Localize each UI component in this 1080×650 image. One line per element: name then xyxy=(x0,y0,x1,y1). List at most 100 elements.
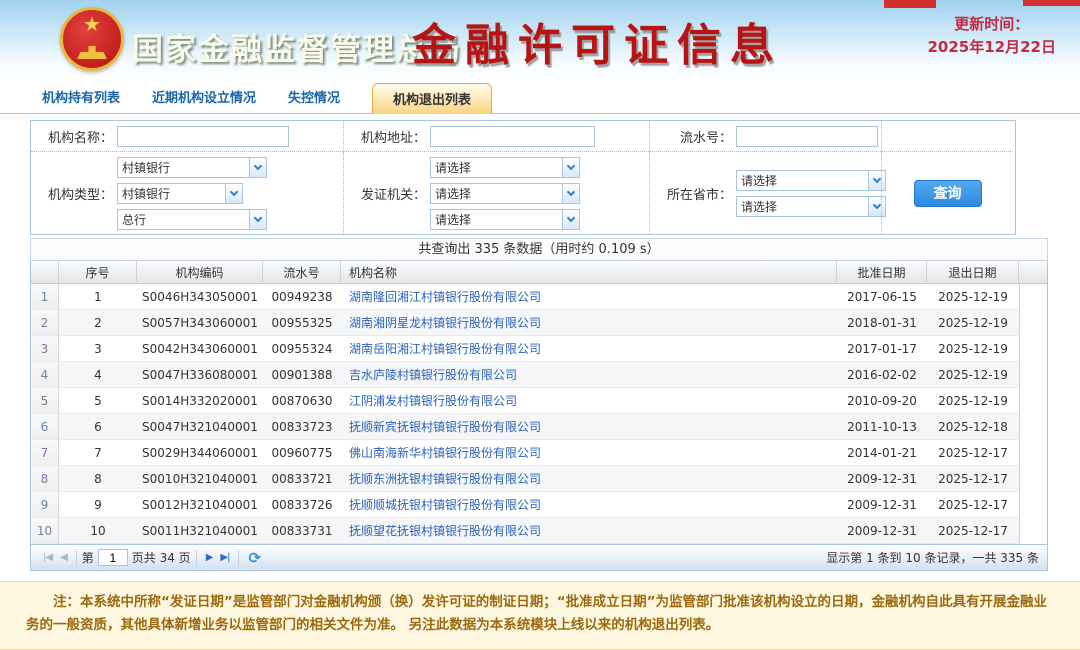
cell-serial: 00833731 xyxy=(263,518,341,544)
scrollbar-spacer xyxy=(1019,414,1047,440)
row-number: 4 xyxy=(31,362,59,388)
tab-institution-holding-list[interactable]: 机构持有列表 xyxy=(42,87,120,113)
province-select[interactable]: 请选择 xyxy=(736,170,886,191)
update-time-date: 2025年12月22日 xyxy=(928,36,1057,59)
institution-link[interactable]: 吉水庐陵村镇银行股份有限公司 xyxy=(349,366,517,383)
cell-exit-date: 2025-12-18 xyxy=(927,414,1019,440)
cell-approve-date: 2017-06-15 xyxy=(837,284,927,310)
cell-exit-date: 2025-12-19 xyxy=(927,284,1019,310)
tab-institution-exit-list[interactable]: 机构退出列表 xyxy=(372,83,492,114)
chevron-down-icon[interactable] xyxy=(562,184,579,203)
scrollbar-spacer xyxy=(1019,284,1047,310)
institution-link[interactable]: 湖南湘阴星龙村镇银行股份有限公司 xyxy=(349,314,541,331)
table-header-row: 序号 机构编码 流水号 机构名称 批准日期 退出日期 xyxy=(31,261,1047,284)
next-page-icon[interactable]: ▶ xyxy=(206,552,213,563)
institution-link[interactable]: 湖南岳阳湘江村镇银行股份有限公司 xyxy=(349,340,541,357)
institution-link[interactable]: 抚顺顺城抚银村镇银行股份有限公司 xyxy=(349,496,541,513)
cell-serial: 00833726 xyxy=(263,492,341,518)
cell-code: S0057H343060001 xyxy=(137,310,263,336)
cell-exit-date: 2025-12-19 xyxy=(927,310,1019,336)
update-time-label: 更新时间： xyxy=(928,13,1057,36)
table-row: 10 10 S0011H321040001 00833731 抚顺望花抚银村镇银… xyxy=(31,518,1047,544)
institution-link[interactable]: 抚顺新宾抚银村镇银行股份有限公司 xyxy=(349,418,541,435)
scrollbar-spacer xyxy=(1019,388,1047,414)
chevron-down-icon[interactable] xyxy=(225,184,242,203)
cell-serial: 00960775 xyxy=(263,440,341,466)
record-range-info: 显示第 1 条到 10 条记录，一共 335 条 xyxy=(826,549,1039,566)
refresh-icon[interactable]: ⟳ xyxy=(248,549,261,567)
chevron-down-icon[interactable] xyxy=(562,210,579,229)
chevron-down-icon[interactable] xyxy=(562,158,579,177)
table-row: 9 9 S0012H321040001 00833726 抚顺顺城抚银村镇银行股… xyxy=(31,492,1047,518)
cell-serial: 00949238 xyxy=(263,284,341,310)
institution-link[interactable]: 湖南隆回湘江村镇银行股份有限公司 xyxy=(349,288,541,305)
row-number: 6 xyxy=(31,414,59,440)
last-page-icon[interactable]: ▶| xyxy=(220,552,229,563)
row-number: 3 xyxy=(31,336,59,362)
institution-link[interactable]: 抚顺望花抚银村镇银行股份有限公司 xyxy=(349,522,541,539)
header-banner: ★ 国家金融监督管理总局 金融许可证信息 更新时间： 2025年12月22日 xyxy=(0,0,1080,80)
first-page-icon[interactable]: |◀ xyxy=(43,552,52,563)
cell-exit-date: 2025-12-19 xyxy=(927,362,1019,388)
institution-type-select-3[interactable]: 总行 xyxy=(117,209,267,230)
institution-type-select-2[interactable]: 村镇银行 xyxy=(117,183,243,204)
table-body: 1 1 S0046H343050001 00949238 湖南隆回湘江村镇银行股… xyxy=(31,284,1047,544)
tab-out-of-control[interactable]: 失控情况 xyxy=(288,87,340,113)
issuing-authority-select-3[interactable]: 请选择 xyxy=(430,209,580,230)
filter-row-1: 机构名称： 机构地址： 流水号： xyxy=(31,121,1015,152)
tab-bar: 机构持有列表 近期机构设立情况 失控情况 机构退出列表 xyxy=(0,80,1080,114)
page-count-label: 页共 34 页 xyxy=(132,549,191,566)
cell-seq: 5 xyxy=(59,388,137,414)
cell-seq: 2 xyxy=(59,310,137,336)
serial-number-input[interactable] xyxy=(736,126,878,147)
cell-exit-date: 2025-12-17 xyxy=(927,466,1019,492)
filter-panel: 机构名称： 机构地址： 流水号： 机构类型： xyxy=(30,120,1016,235)
scrollbar-spacer xyxy=(1019,466,1047,492)
chevron-down-icon[interactable] xyxy=(249,210,266,229)
institution-type-label: 机构类型： xyxy=(33,184,113,203)
institution-name-input[interactable] xyxy=(117,126,289,147)
prev-page-icon[interactable]: ◀ xyxy=(60,552,67,563)
red-strip-decoration xyxy=(1023,0,1080,6)
issuing-authority-select-1[interactable]: 请选择 xyxy=(430,157,580,178)
cell-serial: 00955325 xyxy=(263,310,341,336)
page-title: 金融许可证信息 xyxy=(412,9,783,73)
cell-approve-date: 2009-12-31 xyxy=(837,466,927,492)
chevron-down-icon[interactable] xyxy=(249,158,266,177)
main-content: 机构名称： 机构地址： 流水号： 机构类型： xyxy=(0,114,1080,571)
cell-code: S0046H343050001 xyxy=(137,284,263,310)
cell-approve-date: 2010-09-20 xyxy=(837,388,927,414)
scrollbar-spacer xyxy=(1019,440,1047,466)
cell-approve-date: 2009-12-31 xyxy=(837,492,927,518)
col-exit-date-header: 退出日期 xyxy=(927,261,1019,283)
province-city-label: 所在省市： xyxy=(652,184,732,203)
cell-seq: 6 xyxy=(59,414,137,440)
institution-link[interactable]: 抚顺东洲抚银村镇银行股份有限公司 xyxy=(349,470,541,487)
institution-type-select-1[interactable]: 村镇银行 xyxy=(117,157,267,178)
institution-link[interactable]: 江阴浦发村镇银行股份有限公司 xyxy=(349,392,517,409)
results-table: 序号 机构编码 流水号 机构名称 批准日期 退出日期 1 1 S0046H343… xyxy=(30,261,1048,545)
city-select[interactable]: 请选择 xyxy=(736,196,886,217)
tab-recent-establishment[interactable]: 近期机构设立情况 xyxy=(152,87,256,113)
cell-serial: 00901388 xyxy=(263,362,341,388)
cell-seq: 3 xyxy=(59,336,137,362)
footer-note: 注：本系统中所称“发证日期”是监管部门对金融机构颁（换）发许可证的制证日期；“批… xyxy=(0,581,1080,650)
page-number-input[interactable] xyxy=(98,549,128,566)
table-row: 1 1 S0046H343050001 00949238 湖南隆回湘江村镇银行股… xyxy=(31,284,1047,310)
filter-row-2: 机构类型： 村镇银行 村镇银行 总行 xyxy=(31,152,1015,234)
page-prefix-label: 第 xyxy=(82,549,94,566)
col-serial-header: 流水号 xyxy=(263,261,341,283)
cell-seq: 7 xyxy=(59,440,137,466)
cell-code: S0047H336080001 xyxy=(137,362,263,388)
row-number: 8 xyxy=(31,466,59,492)
cell-exit-date: 2025-12-19 xyxy=(927,336,1019,362)
row-number: 2 xyxy=(31,310,59,336)
scrollbar-spacer xyxy=(1019,492,1047,518)
row-number-header xyxy=(31,261,59,283)
institution-address-input[interactable] xyxy=(430,126,595,147)
search-button[interactable]: 查询 xyxy=(914,180,982,207)
institution-link[interactable]: 佛山南海新华村镇银行股份有限公司 xyxy=(349,444,541,461)
issuing-authority-select-2[interactable]: 请选择 xyxy=(430,183,580,204)
cell-exit-date: 2025-12-17 xyxy=(927,492,1019,518)
cell-seq: 8 xyxy=(59,466,137,492)
